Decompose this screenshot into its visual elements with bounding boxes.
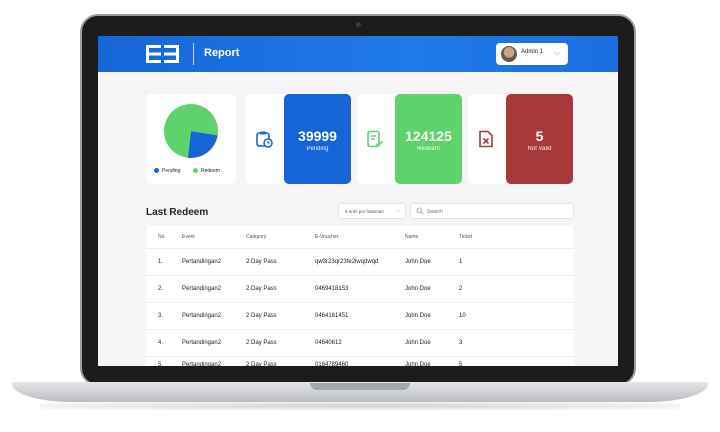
not-valid-label: Not Valid xyxy=(527,146,552,152)
row-name: John Doe xyxy=(405,286,431,292)
top-bar: Report Admin 1 ⌵ xyxy=(98,36,618,72)
not-valid-panel: 5 Not Valid xyxy=(506,94,573,184)
column-header-no: No. xyxy=(158,234,166,240)
row-category: 2 Day Pass xyxy=(246,313,277,319)
pending-label: Pending xyxy=(306,146,329,152)
legend-dot-redeem xyxy=(193,168,198,174)
clipboard-clock-icon xyxy=(256,131,273,148)
redeem-count: 124125 xyxy=(405,128,452,144)
row-name: John Doe xyxy=(405,313,431,319)
not-valid-count: 5 xyxy=(535,128,544,144)
not-valid-card[interactable]: 5 Not Valid xyxy=(468,94,573,184)
chevron-down-icon: ⌵ xyxy=(396,208,400,214)
legend-redeem: Redeem xyxy=(193,168,220,174)
row-ticket: 1 xyxy=(459,259,463,265)
redeem-panel: 124125 Redeem xyxy=(395,94,462,184)
row-name: John Doe xyxy=(405,340,431,346)
pending-panel: 39999 Pending xyxy=(284,94,351,184)
row-event: Pertandingan2 xyxy=(182,362,222,366)
column-header-category: Category xyxy=(246,234,267,240)
pending-count: 39999 xyxy=(298,128,337,144)
redeem-card[interactable]: 124125 Redeem xyxy=(357,94,462,184)
table-header: No. Event Category E-Voucher Name Ticket xyxy=(146,226,574,249)
row-no: 3. xyxy=(158,313,164,319)
column-header-e-voucher: E-Voucher xyxy=(315,234,339,240)
entries-per-page-select[interactable]: 5 entri per halaman ⌵ xyxy=(338,203,406,219)
row-no: 2. xyxy=(158,286,164,292)
entries-per-page-value: 5 entri per halaman xyxy=(345,209,384,214)
legend-label-pending: Pending xyxy=(162,168,181,174)
legend-pending: Pending xyxy=(154,168,180,174)
row-ticket: 10 xyxy=(459,313,466,319)
row-event: Pertandingan2 xyxy=(182,259,222,265)
last-redeem-table: No. Event Category E-Voucher Name Ticket… xyxy=(146,226,574,366)
legend-label-redeem: Redeem xyxy=(201,168,220,174)
table-row[interactable]: 2. Pertandingan2 2 Day Pass 0469418153 J… xyxy=(146,276,574,303)
document-check-icon xyxy=(367,130,384,148)
row-ticket: 5 xyxy=(459,362,463,366)
table-row[interactable]: 3. Pertandingan2 2 Day Pass 0464161451 J… xyxy=(146,303,574,330)
header-divider xyxy=(193,43,194,65)
row-category: 2 Day Pass xyxy=(246,286,277,292)
pie-slice-pending xyxy=(187,131,218,158)
search-input[interactable] xyxy=(425,206,569,218)
file-x-icon xyxy=(479,130,493,148)
laptop-shadow xyxy=(40,402,680,410)
column-header-event: Event xyxy=(182,234,195,240)
table-row[interactable]: 1. Pertandingan2 2 Day Pass qw3r23qr23fe… xyxy=(146,249,574,276)
row-no: 5. xyxy=(158,362,164,366)
row-event: Pertandingan2 xyxy=(182,340,222,346)
section-title: Last Redeem xyxy=(146,207,209,218)
avatar xyxy=(501,46,517,62)
row-e-voucher: 0464161451 xyxy=(315,313,349,319)
row-ticket: 3 xyxy=(459,340,463,346)
user-menu[interactable]: Admin 1 ⌵ xyxy=(496,43,568,65)
app-logo[interactable] xyxy=(146,45,180,63)
row-ticket: 2 xyxy=(459,286,463,292)
row-category: 2 Day Pass xyxy=(246,362,277,366)
row-no: 4. xyxy=(158,340,164,346)
table-row[interactable]: 5. Pertandingan2 2 Day Pass 0164789460 J… xyxy=(146,357,574,366)
column-header-ticket: Ticket xyxy=(459,234,473,240)
legend-dot-pending xyxy=(154,168,159,174)
row-e-voucher: 0164789460 xyxy=(315,362,349,366)
user-name: Admin 1 xyxy=(521,49,544,55)
table-row[interactable]: 4. Pertandingan2 2 Day Pass 04640612 Joh… xyxy=(146,330,574,357)
row-category: 2 Day Pass xyxy=(246,259,277,265)
row-category: 2 Day Pass xyxy=(246,340,277,346)
redeem-label: Redeem xyxy=(417,146,440,152)
row-no: 1. xyxy=(158,259,164,265)
column-header-name: Name xyxy=(405,234,419,240)
row-e-voucher: 04640612 xyxy=(315,340,342,346)
laptop-notch xyxy=(310,383,410,390)
search-icon xyxy=(416,207,424,215)
row-event: Pertandingan2 xyxy=(182,313,222,319)
page-title: Report xyxy=(204,47,240,59)
search-box[interactable] xyxy=(410,203,574,219)
camera-dot xyxy=(356,22,361,27)
row-e-voucher: qw3r23qr23fe2lwqdwqd xyxy=(315,259,379,265)
row-name: John Doe xyxy=(405,362,431,366)
row-e-voucher: 0469418153 xyxy=(315,286,349,292)
row-event: Pertandingan2 xyxy=(182,286,222,292)
pie-chart-card: Pending Redeem xyxy=(146,94,236,184)
row-name: John Doe xyxy=(405,259,431,265)
chevron-down-icon: ⌵ xyxy=(554,48,561,57)
pie-chart xyxy=(164,104,218,158)
pending-card[interactable]: 39999 Pending xyxy=(246,94,351,184)
app-screen: Report Admin 1 ⌵ Pending Redeem 39999 Pe… xyxy=(98,36,618,366)
